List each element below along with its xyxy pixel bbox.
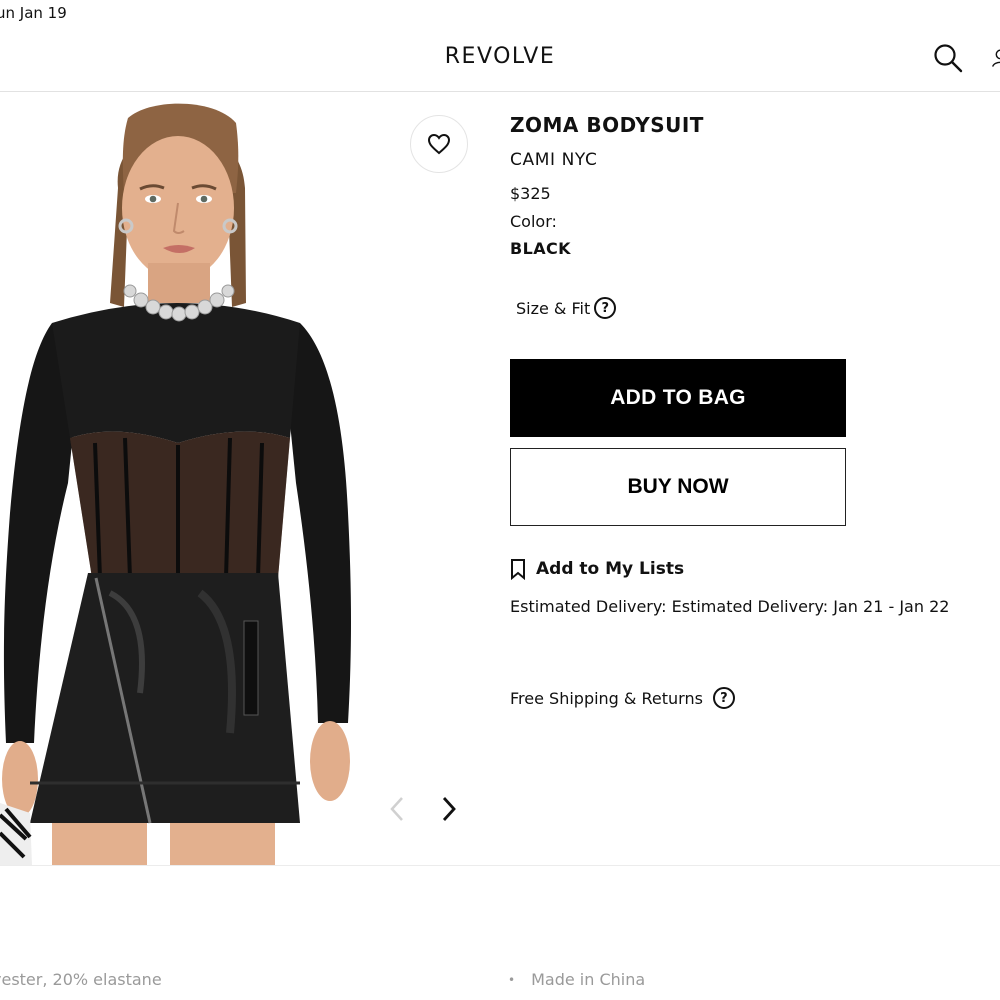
account-button[interactable] [988, 40, 1000, 76]
product-price: $325 [510, 184, 551, 203]
size-fit-label: Size & Fit [516, 298, 591, 318]
section-divider [0, 865, 1000, 866]
favorite-button[interactable] [410, 115, 468, 173]
status-time: un Jan 19 [0, 4, 67, 22]
header-divider [0, 91, 1000, 92]
search-icon [934, 44, 963, 73]
chevron-left-icon [390, 797, 403, 821]
next-image-button[interactable] [437, 792, 461, 826]
buy-now-button[interactable]: BUY NOW [510, 448, 846, 526]
chevron-right-icon [442, 797, 456, 821]
color-label: Color: [510, 212, 557, 231]
add-to-bag-button[interactable]: ADD TO BAG [510, 359, 846, 437]
estimated-delivery: Estimated Delivery: Estimated Delivery: … [510, 597, 950, 616]
previous-image-button[interactable] [385, 792, 409, 826]
product-title: ZOMA BODYSUIT [510, 113, 704, 137]
material-detail: yester, 20% elastane [0, 970, 162, 989]
bookmark-icon [511, 559, 525, 580]
color-value: BLACK [510, 239, 571, 258]
bullet: • [508, 972, 516, 987]
free-shipping-label: Free Shipping & Returns [510, 688, 703, 708]
origin-detail: Made in China [531, 970, 646, 989]
free-shipping-link[interactable]: Free Shipping & Returns ? [510, 687, 735, 709]
product-image[interactable] [0, 93, 490, 865]
add-to-lists-label: Add to My Lists [536, 559, 685, 579]
brand-logo[interactable]: REVOLVE [0, 44, 1000, 69]
heart-icon [427, 133, 451, 155]
search-button[interactable] [930, 40, 966, 76]
product-brand-link[interactable]: CAMI NYC [510, 150, 597, 170]
help-icon: ? [712, 687, 735, 709]
add-to-lists-link[interactable]: Add to My Lists [510, 558, 684, 580]
origin-detail-item: • Made in China [508, 970, 645, 989]
size-fit-link[interactable]: Size & Fit ? [516, 297, 617, 319]
user-icon [992, 49, 1000, 67]
help-icon: ? [594, 297, 617, 319]
